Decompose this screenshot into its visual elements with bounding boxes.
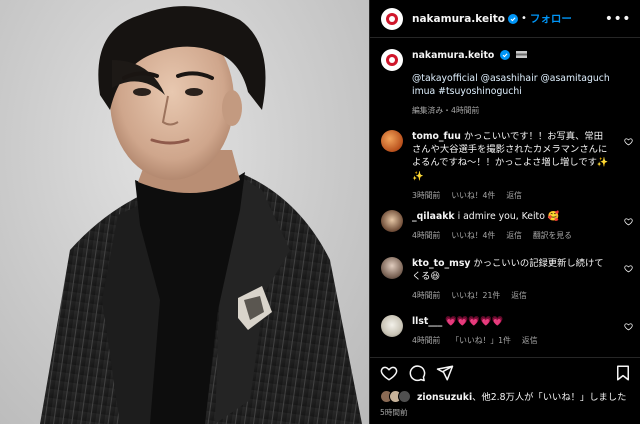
flag-icon [516, 51, 528, 58]
post-timestamp: 5時間前 [380, 408, 408, 417]
comment-likes[interactable]: いいね！21件 [451, 290, 500, 301]
comment-time: 3時間前 [412, 190, 441, 200]
comment-like-heart-icon[interactable] [624, 217, 633, 226]
comment-like-heart-icon[interactable] [624, 322, 633, 331]
post-header: nakamura.keito • フォロー ••• [370, 0, 640, 38]
reply-button[interactable]: 返信 [506, 230, 522, 241]
share-icon[interactable] [436, 364, 454, 382]
verified-badge-icon [500, 50, 511, 60]
comment-icon[interactable] [408, 364, 426, 382]
commenter-avatar[interactable] [381, 130, 403, 152]
comment-like-heart-icon[interactable] [624, 264, 633, 273]
portrait-illustration [40, 6, 362, 424]
likes-count-text: 、他2.8万人が「いいね！」しました [472, 392, 627, 403]
liker-avatars [380, 389, 411, 403]
caption-username[interactable]: nakamura.keito [412, 50, 494, 61]
comment-username[interactable]: tomo_fuu [412, 131, 461, 142]
caption: nakamura.keito @takayofficial @asashihai… [381, 49, 633, 116]
separator-dot: • [520, 13, 527, 24]
post-photo[interactable] [0, 0, 369, 424]
commenter-avatar[interactable] [381, 257, 403, 279]
author-avatar[interactable] [381, 7, 403, 30]
reply-button[interactable]: 返信 [506, 190, 522, 201]
author-username[interactable]: nakamura.keito [412, 13, 505, 25]
comment-item: tomo_fuu かっこいいです！！お写真、常田さんや大谷選手を撮影されたカメラ… [381, 130, 633, 201]
commenter-avatar[interactable] [381, 315, 403, 337]
comments-list[interactable]: nakamura.keito @takayofficial @asashihai… [370, 39, 640, 357]
comment-text: i admire you, Keito 🥰 [457, 211, 560, 222]
more-options-icon[interactable]: ••• [605, 12, 631, 26]
translate-button[interactable]: 翻訳を見る [533, 230, 572, 241]
liker-username[interactable]: zionsuzuki [417, 392, 472, 403]
comment-time: 4時間前 [412, 231, 441, 241]
comment-item: llst___ 💗💗💗💗💗 4時間前 「いいね！」1件 返信 [381, 315, 633, 346]
comment-time: 4時間前 [412, 291, 441, 301]
post-side-panel: nakamura.keito • フォロー ••• nakamura.keito [369, 0, 640, 424]
bookmark-icon[interactable] [614, 364, 632, 382]
comment-likes[interactable]: いいね！4件 [451, 230, 495, 241]
post-action-bar [370, 357, 640, 387]
comment-item: kto_to_msy かっこいいの記録更新し続けてくる😆 4時間前 いいね！21… [381, 257, 633, 301]
heart-icon[interactable] [380, 364, 398, 382]
comment-item: _qilaakk i admire you, Keito 🥰 4時間前 いいね！… [381, 210, 633, 241]
comment-time: 4時間前 [412, 336, 441, 346]
reply-button[interactable]: 返信 [511, 290, 527, 301]
caption-tags[interactable]: @takayofficial @asashihair @asamitaguchi… [412, 72, 610, 98]
comment-likes[interactable]: 「いいね！」1件 [451, 335, 511, 346]
caption-meta: 編集済み・4時間前 [412, 105, 480, 115]
verified-badge-icon [507, 13, 518, 24]
comment-username[interactable]: llst___ [412, 316, 442, 327]
follow-button[interactable]: フォロー [530, 11, 572, 26]
reply-button[interactable]: 返信 [522, 335, 538, 346]
likes-summary[interactable]: zionsuzuki、他2.8万人が「いいね！」しました [380, 389, 626, 403]
comment-like-heart-icon[interactable] [624, 137, 633, 146]
caption-avatar[interactable] [381, 49, 403, 71]
comment-likes[interactable]: いいね！4件 [451, 190, 495, 201]
commenter-avatar[interactable] [381, 210, 403, 232]
comment-username[interactable]: _qilaakk [412, 211, 455, 222]
comment-text: 💗💗💗💗💗 [445, 316, 504, 327]
comment-username[interactable]: kto_to_msy [412, 258, 470, 269]
